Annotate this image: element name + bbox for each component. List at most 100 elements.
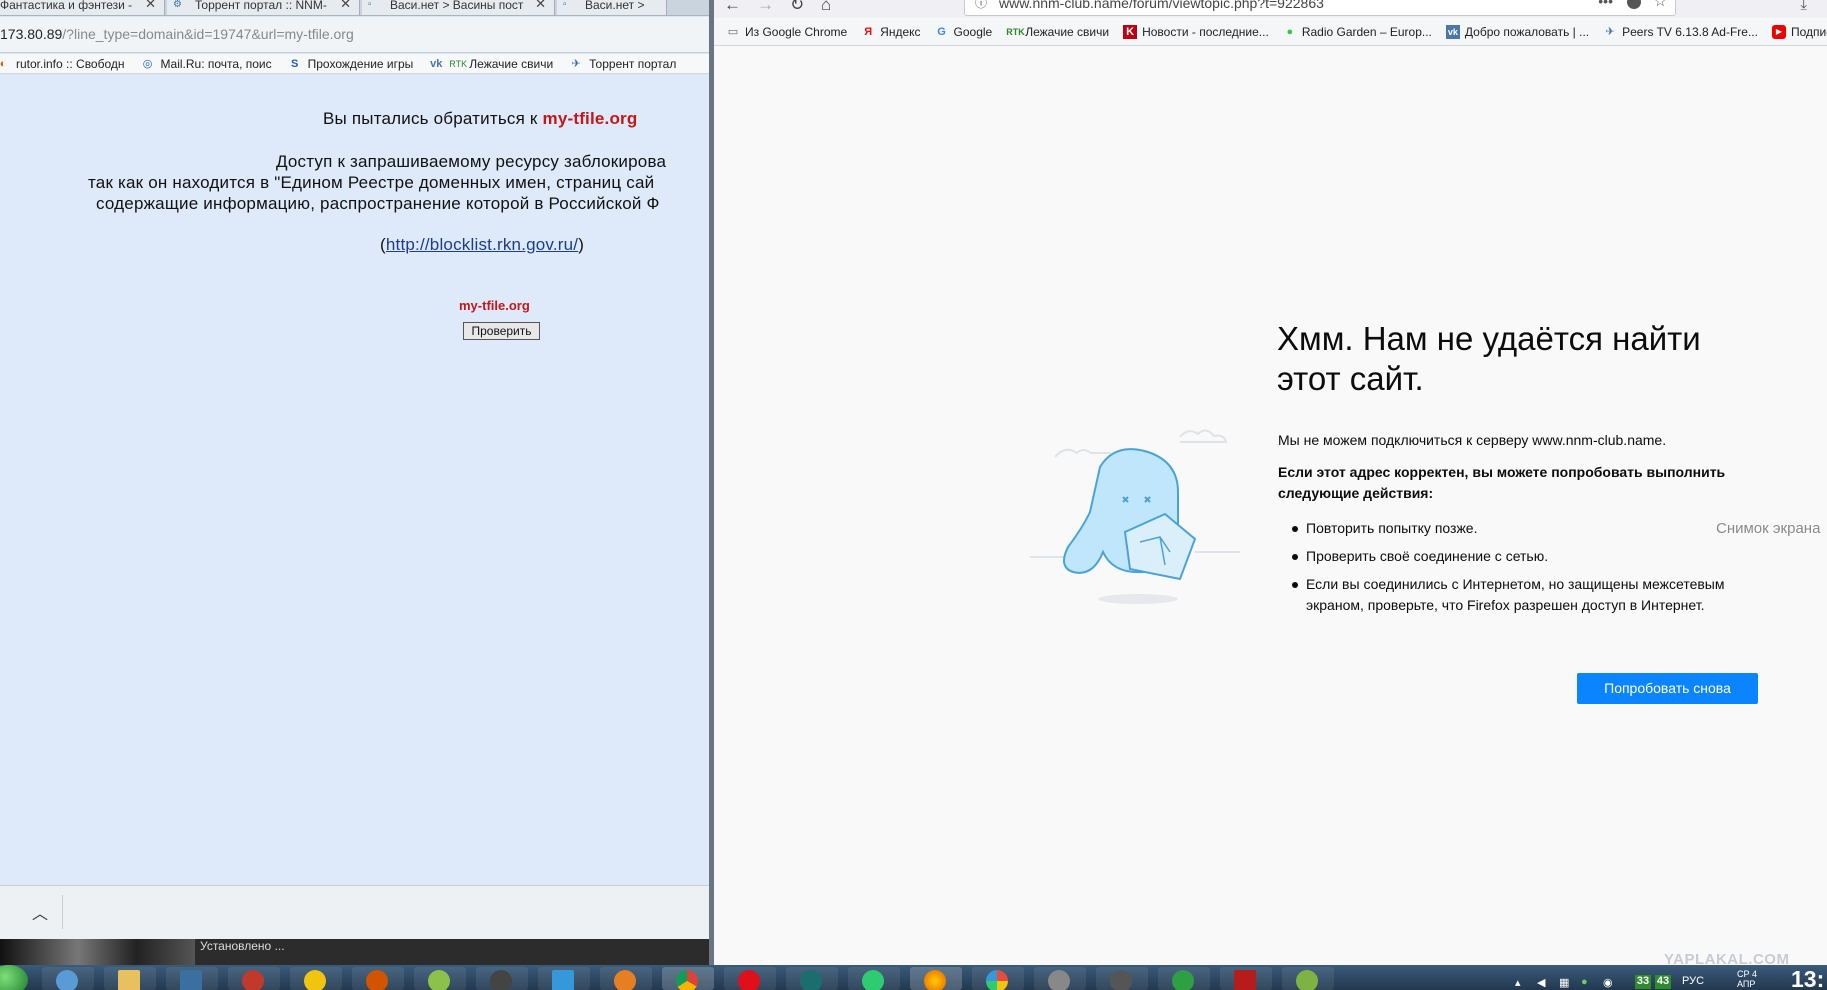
blocklist-link[interactable]: http://blocklist.rkn.gov.ru/ [386,235,578,254]
taskbar-app-window[interactable] [166,967,218,990]
taskbar-app-android[interactable] [414,967,466,990]
taskbar-app-opera[interactable] [724,967,776,990]
close-icon[interactable]: ✕ [145,0,156,10]
tray-app-icon[interactable]: ◉ [1603,976,1613,989]
download-icon[interactable]: ⤓ [1800,0,1807,13]
reload-icon[interactable]: ↻ [790,0,804,15]
close-icon[interactable]: ✕ [340,0,351,10]
url-bar[interactable]: ⓘ www.nnm-club.name/forum/viewtopic.php?… [964,0,1676,16]
bookmark-switches[interactable]: RTK Лежачие свичи [1006,25,1109,39]
clock[interactable]: 13: [1791,966,1824,990]
rtk-icon: RTK [449,58,468,69]
list-item: Если вы соединились с Интернетом, но защ… [1292,574,1772,616]
taskbar-app-player[interactable] [538,967,590,990]
taskbar-app-utorrent[interactable] [1158,967,1210,990]
more-icon[interactable]: ••• [1598,0,1613,9]
block-text-line: так как он находится в "Едином Реестре д… [88,173,655,192]
left-browser-window: tfile Фантастика и фэнтези - ✕ ⚙ Торрент… [0,0,709,965]
bookmark-yandex[interactable]: Я Яндекс [861,25,920,39]
error-page: Хмм. Нам не удаётся найти этот сайт. Мы … [714,47,1827,965]
chevron-up-icon[interactable]: ︿ [32,900,48,924]
warning-icon [304,970,326,990]
thumbnail-image [0,939,195,965]
address-text[interactable]: 173.80.89/?line_type=domain&id=19747&url… [0,26,354,42]
bookmark-rutor[interactable]: ◐ rutor.info :: Свободн [0,57,125,71]
taskbar-app-star[interactable] [228,967,280,990]
try-again-button[interactable]: Попробовать снова [1577,673,1758,704]
folder-icon: ▭ [727,26,739,38]
taskbar-app-picasa[interactable] [972,967,1024,990]
tab-vasi-1[interactable]: ▫ Васи.нет > Васины пост ✕ [362,0,555,15]
bookmark-label: rutor.info :: Свободн [16,56,125,71]
taskbar-app-bug[interactable] [1096,967,1148,990]
divider [62,895,63,929]
bookmark-news[interactable]: K Новости - последние... [1123,25,1269,39]
utorrent-tray-icon[interactable]: ● [1581,976,1588,988]
sad-dino-illustration [1030,429,1240,604]
bookmark-subscriptions[interactable]: ▶ Подписки [1771,25,1827,39]
volume-icon[interactable]: ◀ [1537,976,1545,989]
start-button[interactable] [0,965,28,990]
bookmark-label: Mail.Ru: почта, поис [160,56,272,71]
watermark: YAPLAKAL.COM [1664,951,1790,968]
network-icon[interactable]: ▦ [1559,976,1569,989]
left-address-bar[interactable]: 173.80.89/?line_type=domain&id=19747&url… [0,17,709,53]
tray-expand-icon[interactable]: ▴ [1515,976,1521,989]
taskbar-app-speaker[interactable] [1034,967,1086,990]
bookmark-google[interactable]: G Google [935,25,993,39]
bookmark-vk[interactable]: vk Добро пожаловать | ... [1445,25,1589,39]
tab-label: Торрент портал :: NNM- [195,0,327,12]
block-page: Вы пытались обратиться к my-tfile.org До… [0,75,709,885]
bookmark-label: Прохождение игры [307,56,414,71]
back-icon[interactable]: ← [724,0,741,15]
taskbar-app-steam[interactable] [786,967,838,990]
taskbar-app-warning[interactable] [290,967,342,990]
tab-tfile[interactable]: tfile Фантастика и фэнтези - ✕ [0,0,165,15]
bookmark-walkthrough[interactable]: S Прохождение игры [288,56,414,71]
firefox-icon [924,970,946,990]
taskbar-app-chrome[interactable] [662,967,714,990]
pocket-icon[interactable] [1627,0,1641,9]
taskbar-app-ccleaner[interactable] [352,967,404,990]
taskbar-app-obs[interactable] [476,967,528,990]
tab-vasi-2[interactable]: ▫ Васи.нет > [557,0,667,15]
taskbar-app-eye[interactable] [600,967,652,990]
yandex-icon: Я [864,26,873,38]
taskbar-app-clover[interactable] [1282,967,1334,990]
tab-nnm[interactable]: ⚙ Торрент портал :: NNM- ✕ [167,0,360,15]
taskbar-app-tree[interactable] [848,967,900,990]
bookmark-nnm[interactable]: ✈ Торрент портал [569,57,677,71]
forward-icon[interactable]: → [757,0,774,15]
error-description: Мы не можем подключиться к серверу www.n… [1278,432,1667,448]
paren-close: ) [578,235,585,254]
taskbar-app-explorer[interactable] [42,967,94,990]
block-heading: Вы пытались обратиться к my-tfile.org [323,109,637,129]
folder-icon [118,970,140,990]
date-display: СР 4 АПР [1737,969,1758,989]
taskbar-app-firefox[interactable] [910,967,962,990]
s-icon: S [290,57,299,70]
right-bookmarks-bar: ▭ Из Google Chrome Я Яндекс G Google RTK… [714,19,1827,46]
language-indicator[interactable]: РУС [1682,975,1704,987]
bookmark-switches[interactable]: vk RTK Лежачие свичи [429,57,553,71]
bookmark-label: Google [953,25,993,39]
bookmark-mail[interactable]: ◎ Mail.Ru: почта, поис [141,57,272,71]
bookmark-label: Peers TV 6.13.8 Ad-Fre... [1622,25,1758,39]
check-button[interactable]: Проверить [463,322,540,340]
temp-indicator-2: 43 [1655,975,1671,989]
taskbar-app-aida64[interactable] [1220,967,1272,990]
star-icon[interactable]: ☆ [1654,0,1667,10]
vk-icon: vk [430,57,443,70]
taskbar-app-folder[interactable] [104,967,156,990]
bookmark-label: Лежачие свичи [469,56,554,71]
close-icon[interactable]: ✕ [535,0,546,10]
bookmark-label: Новости - последние... [1142,25,1269,39]
bookmark-radio-garden[interactable]: ● Radio Garden – Europ... [1283,25,1431,39]
bookmark-peers-tv[interactable]: ✈ Peers TV 6.13.8 Ad-Fre... [1603,25,1758,39]
page-icon: ▫ [368,0,372,10]
home-icon[interactable]: ⌂ [821,0,831,15]
info-icon[interactable]: ⓘ [975,0,987,11]
block-text-line: Доступ к запрашиваемому ресурсу заблокир… [276,152,667,171]
bookmark-chrome-folder[interactable]: ▭ Из Google Chrome [726,25,847,39]
obs-icon [490,970,512,990]
